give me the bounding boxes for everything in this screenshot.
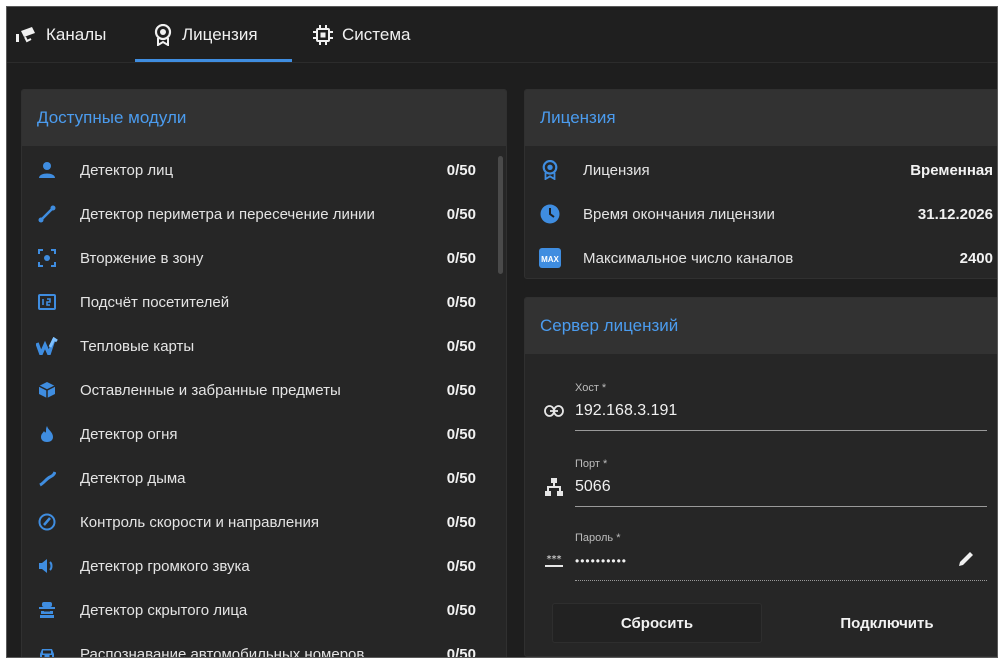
license-expiry-value: 31.12.2026 bbox=[917, 205, 993, 223]
module-label: Вторжение в зону bbox=[80, 249, 204, 267]
chip-icon bbox=[313, 25, 333, 45]
max-badge-text: MAX bbox=[541, 255, 559, 264]
edit-pencil-icon[interactable] bbox=[957, 550, 979, 572]
module-label: Детектор громкого звука bbox=[80, 557, 250, 575]
host-underline bbox=[575, 430, 987, 431]
license-title: Лицензия bbox=[525, 90, 997, 146]
network-icon bbox=[543, 476, 565, 498]
module-count: 0/50 bbox=[446, 469, 476, 487]
license-expiry-label: Время окончания лицензии bbox=[583, 205, 775, 223]
license-badge-icon bbox=[539, 159, 561, 181]
module-row: Детектор лиц 0/50 bbox=[22, 148, 492, 192]
tab-license[interactable]: Лицензия bbox=[153, 7, 258, 63]
port-input[interactable]: 5066 bbox=[575, 478, 611, 496]
license-card: Лицензия Лицензия Временная Время оконча… bbox=[524, 89, 997, 279]
module-label: Подсчёт посетителей bbox=[80, 293, 230, 311]
module-row: Вторжение в зону 0/50 bbox=[22, 236, 492, 280]
cctv-camera-icon bbox=[16, 27, 35, 43]
line-crossing-icon bbox=[36, 203, 58, 225]
module-count: 0/50 bbox=[446, 161, 476, 179]
port-underline bbox=[575, 506, 987, 507]
active-tab-indicator bbox=[135, 59, 292, 62]
module-label: Детектор скрытого лица bbox=[80, 601, 248, 619]
fire-icon bbox=[36, 423, 58, 445]
module-label: Детектор дыма bbox=[80, 469, 186, 487]
module-row: Тепловые карты 0/50 bbox=[22, 324, 492, 368]
person-icon bbox=[36, 159, 58, 181]
module-count: 0/50 bbox=[446, 337, 476, 355]
module-count: 0/50 bbox=[446, 205, 476, 223]
module-label: Детектор лиц bbox=[80, 161, 174, 179]
module-row: Детектор громкого звука 0/50 bbox=[22, 544, 492, 588]
speedometer-icon bbox=[36, 511, 58, 533]
counter-icon bbox=[36, 291, 58, 313]
zone-intrusion-icon bbox=[36, 247, 58, 269]
masked-face-icon bbox=[36, 599, 58, 621]
module-count: 0/50 bbox=[446, 425, 476, 443]
svg-text:***: *** bbox=[547, 554, 562, 565]
app-window: Каналы Лицензия Система Доступные модули bbox=[6, 6, 998, 658]
license-badge-icon bbox=[154, 24, 172, 46]
module-label: Оставленные и забранные предметы bbox=[80, 381, 341, 399]
car-icon bbox=[36, 643, 58, 657]
module-row: Оставленные и забранные предметы 0/50 bbox=[22, 368, 492, 412]
license-type-value: Временная bbox=[910, 161, 993, 179]
module-label: Детектор периметра и пересечение линии bbox=[80, 205, 375, 223]
module-count: 0/50 bbox=[446, 249, 476, 267]
box-icon bbox=[36, 379, 58, 401]
tab-system-label: Система bbox=[342, 25, 411, 44]
module-row: Подсчёт посетителей 0/50 bbox=[22, 280, 492, 324]
module-row: Распознавание автомобильных номеров 0/50 bbox=[22, 632, 492, 658]
clock-icon bbox=[539, 203, 561, 225]
modules-title: Доступные модули bbox=[22, 90, 506, 146]
password-underline bbox=[575, 580, 987, 581]
module-count: 0/50 bbox=[446, 381, 476, 399]
host-label: Хост * bbox=[575, 382, 607, 394]
link-icon bbox=[543, 400, 565, 422]
module-row: Детектор огня 0/50 bbox=[22, 412, 492, 456]
password-input[interactable]: •••••••••• bbox=[575, 554, 627, 568]
max-channels-label: Максимальное число каналов bbox=[583, 249, 794, 267]
module-label: Распознавание автомобильных номеров bbox=[80, 645, 365, 658]
license-type-label: Лицензия bbox=[583, 161, 650, 179]
host-input[interactable]: 192.168.3.191 bbox=[575, 402, 677, 420]
module-label: Контроль скорости и направления bbox=[80, 513, 319, 531]
module-row: Детектор дыма 0/50 bbox=[22, 456, 492, 500]
tab-bar: Каналы Лицензия Система bbox=[7, 7, 997, 63]
module-count: 0/50 bbox=[446, 513, 476, 531]
tab-channels-label: Каналы bbox=[46, 25, 107, 44]
available-modules-card: Доступные модули Детектор лиц 0/50 Детек… bbox=[21, 89, 507, 658]
module-row: Детектор скрытого лица 0/50 bbox=[22, 588, 492, 632]
tab-system[interactable]: Система bbox=[313, 7, 410, 63]
module-count: 0/50 bbox=[446, 601, 476, 619]
module-count: 0/50 bbox=[446, 293, 476, 311]
module-label: Тепловые карты bbox=[80, 337, 195, 355]
server-title: Сервер лицензий bbox=[525, 298, 997, 354]
reset-button[interactable]: Сбросить bbox=[552, 603, 762, 643]
tab-license-label: Лицензия bbox=[182, 25, 258, 44]
max-icon: MAX bbox=[539, 247, 561, 269]
license-row: MAX Максимальное число каналов 2400 bbox=[525, 238, 997, 278]
module-row: Детектор периметра и пересечение линии 0… bbox=[22, 192, 492, 236]
module-count: 0/50 bbox=[446, 645, 476, 658]
module-label: Детектор огня bbox=[80, 425, 178, 443]
license-row: Время окончания лицензии 31.12.2026 bbox=[525, 194, 997, 234]
license-row: Лицензия Временная bbox=[525, 150, 997, 190]
password-icon: *** bbox=[543, 550, 565, 572]
speaker-icon bbox=[36, 555, 58, 577]
tab-channels[interactable]: Каналы bbox=[15, 7, 106, 63]
password-label: Пароль * bbox=[575, 532, 621, 544]
connect-button[interactable]: Подключить bbox=[772, 603, 997, 643]
heatmap-icon bbox=[36, 335, 58, 357]
max-channels-value: 2400 bbox=[959, 249, 993, 267]
module-count: 0/50 bbox=[446, 557, 476, 575]
port-label: Порт * bbox=[575, 458, 608, 470]
smoke-icon bbox=[36, 467, 58, 489]
modules-scrollbar[interactable] bbox=[498, 156, 503, 274]
module-row: Контроль скорости и направления 0/50 bbox=[22, 500, 492, 544]
